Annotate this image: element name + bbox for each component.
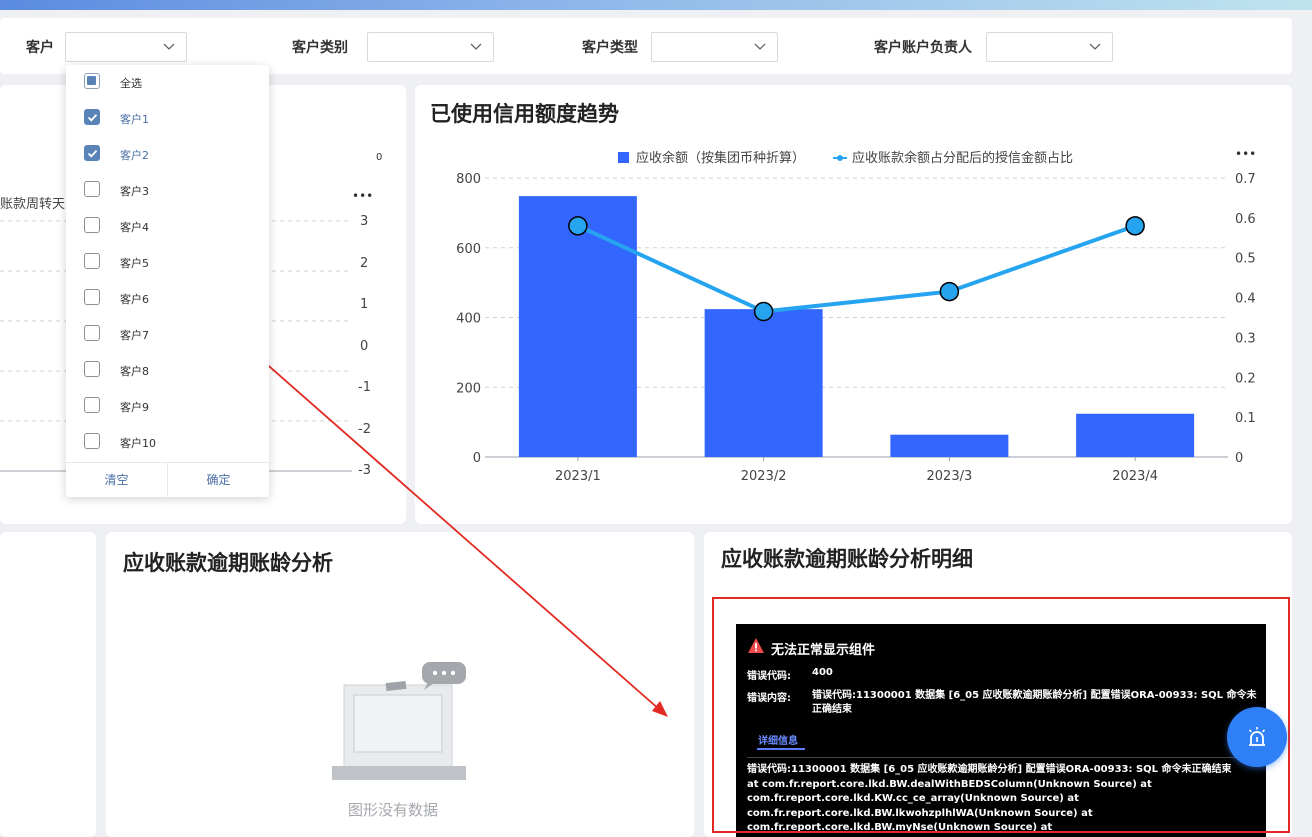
customer-option[interactable]: 客户7 — [66, 319, 269, 349]
checkbox-unchecked[interactable] — [84, 325, 100, 341]
option-label: 客户4 — [120, 221, 149, 234]
alarm-button[interactable] — [1227, 707, 1287, 767]
checkbox-unchecked[interactable] — [84, 253, 100, 269]
customer-option[interactable]: 客户6 — [66, 283, 269, 313]
checkbox-checked[interactable] — [84, 145, 100, 161]
option-label: 客户9 — [120, 401, 149, 414]
option-label: 客户7 — [120, 329, 149, 342]
customer-option[interactable]: 客户1 — [66, 103, 269, 133]
checkbox-partial[interactable] — [84, 73, 100, 89]
option-label: 客户10 — [120, 437, 156, 450]
checkbox-unchecked[interactable] — [84, 289, 100, 305]
customer-option[interactable]: 客户8 — [66, 355, 269, 385]
customer-option[interactable]: 客户9 — [66, 391, 269, 421]
customer-option[interactable]: 客户2 — [66, 139, 269, 169]
option-label: 客户5 — [120, 257, 149, 270]
customer-dropdown: 全选 客户1 客户2 客户3 客户4 客户5 客户6 客户7 客户8 客户9 客户10 清空 确定 — [66, 65, 269, 498]
option-label: 客户3 — [120, 185, 149, 198]
customer-option[interactable]: 客户3 — [66, 175, 269, 205]
checkbox-unchecked[interactable] — [84, 361, 100, 377]
option-label: 全选 — [120, 77, 142, 90]
option-label: 客户2 — [120, 149, 149, 162]
checkbox-unchecked[interactable] — [84, 433, 100, 449]
checkbox-checked[interactable] — [84, 109, 100, 125]
dropdown-footer: 清空 确定 — [66, 462, 269, 498]
select-all-option[interactable]: 全选 — [66, 67, 269, 97]
clear-button[interactable]: 清空 — [66, 463, 168, 498]
alarm-icon — [1248, 727, 1266, 746]
checkbox-unchecked[interactable] — [84, 181, 100, 197]
customer-option[interactable]: 客户5 — [66, 247, 269, 277]
option-label: 客户6 — [120, 293, 149, 306]
option-label: 客户8 — [120, 365, 149, 378]
option-label: 客户1 — [120, 113, 149, 126]
checkbox-unchecked[interactable] — [84, 397, 100, 413]
confirm-button[interactable]: 确定 — [168, 463, 269, 498]
checkbox-unchecked[interactable] — [84, 217, 100, 233]
customer-option[interactable]: 客户4 — [66, 211, 269, 241]
customer-option[interactable]: 客户10 — [66, 427, 269, 457]
